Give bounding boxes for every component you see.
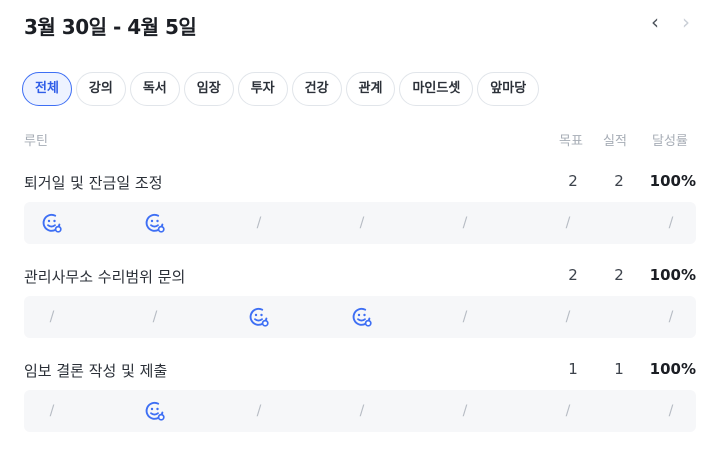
day-slash-empty[interactable]: / [135,296,175,338]
day-slash-empty[interactable]: / [342,202,382,244]
column-routine: 루틴 [24,134,48,149]
day-slash-empty[interactable]: / [32,296,72,338]
smiley-check-icon[interactable] [32,202,72,244]
filter-chip[interactable]: 전체 [22,72,72,106]
filter-chip[interactable]: 마인드셋 [399,72,474,106]
routine-name[interactable]: 관리사무소 수리범위 문의 [24,266,185,287]
routine-actual: 2 [614,172,624,190]
routine-row[interactable]: 관리사무소 수리범위 문의 2 2 100% / / / / / [24,266,696,358]
filter-chip[interactable]: 관계 [345,72,396,106]
routine-goal: 1 [568,360,578,378]
day-slash-empty[interactable]: / [651,296,691,338]
routine-name[interactable]: 퇴거일 및 잔금일 조정 [24,172,163,193]
day-slash-empty[interactable]: / [651,202,691,244]
routine-goal: 2 [568,172,578,190]
table-header: 루틴 목표 실적 달성률 [24,130,696,150]
routine-rate: 100% [649,172,696,190]
filter-chip[interactable]: 투자 [237,72,288,106]
routine-row[interactable]: 임보 결론 작성 및 제출 1 1 100% / / / / / / [24,360,696,452]
day-slash-empty[interactable]: / [32,390,72,432]
week-header: 3월 30일 - 4월 5일 ‹ › [24,0,690,50]
filter-chip[interactable]: 독서 [129,72,180,106]
routine-row[interactable]: 퇴거일 및 잔금일 조정 2 2 100% / / / / / [24,172,696,264]
chevron-left-icon[interactable]: ‹ [644,12,666,34]
routine-rate: 100% [649,360,696,378]
filter-chip[interactable]: 강의 [75,72,126,106]
filter-chip[interactable]: 앞마당 [477,72,540,106]
day-slash-empty[interactable]: / [445,390,485,432]
smiley-check-icon[interactable] [135,390,175,432]
day-slash-empty[interactable]: / [548,296,588,338]
routine-actual: 2 [614,266,624,284]
week-range-title: 3월 30일 - 4월 5일 [24,15,197,39]
smiley-check-icon[interactable] [135,202,175,244]
smiley-check-icon[interactable] [342,296,382,338]
filter-chip[interactable]: 건강 [291,72,342,106]
day-strip: / / / / / [24,296,696,338]
day-slash-empty[interactable]: / [239,390,279,432]
category-filter-bar: 전체 강의 독서 임장 투자 건강 관계 마인드셋 앞마당 [22,72,543,106]
day-strip: / / / / / [24,202,696,244]
chevron-right-icon[interactable]: › [675,12,697,34]
column-goal: 목표 [559,134,583,149]
routine-actual: 1 [614,360,624,378]
day-slash-empty[interactable]: / [445,296,485,338]
day-strip: / / / / / / [24,390,696,432]
column-actual: 실적 [603,134,627,149]
smiley-check-icon[interactable] [239,296,279,338]
routine-name[interactable]: 임보 결론 작성 및 제출 [24,360,167,381]
day-slash-empty[interactable]: / [445,202,485,244]
routine-rate: 100% [649,266,696,284]
day-slash-empty[interactable]: / [239,202,279,244]
day-slash-empty[interactable]: / [342,390,382,432]
routine-goal: 2 [568,266,578,284]
filter-chip[interactable]: 임장 [183,72,234,106]
day-slash-empty[interactable]: / [651,390,691,432]
column-rate: 달성률 [652,134,688,149]
day-slash-empty[interactable]: / [548,202,588,244]
day-slash-empty[interactable]: / [548,390,588,432]
